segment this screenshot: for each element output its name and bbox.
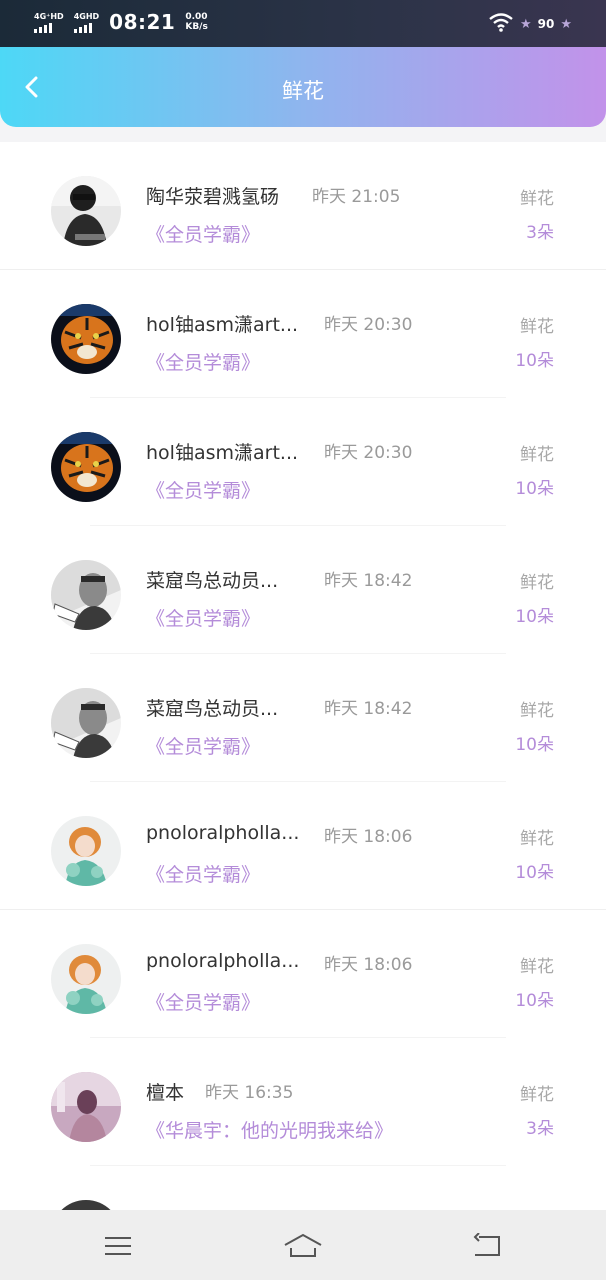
avatar <box>51 1072 121 1142</box>
book-title[interactable]: 《华晨宇：他的光明我来给》 <box>146 1116 393 1143</box>
sender-name: 檀本 <box>146 1082 185 1104</box>
list-item[interactable]: 檀本 昨天 16:35 《华晨宇：他的光明我来给》 鲜花 3朵 <box>0 1038 606 1166</box>
gift-type: 鲜花 <box>520 829 554 849</box>
avatar <box>51 816 121 886</box>
gift-type: 鲜花 <box>520 701 554 721</box>
send-time: 昨天 16:35 <box>205 1083 294 1103</box>
menu-button[interactable] <box>98 1230 138 1262</box>
gift-count: 10朵 <box>515 735 554 755</box>
gift-count: 3朵 <box>526 223 554 243</box>
book-title[interactable]: 《全员学霸》 <box>146 348 260 375</box>
signal-bars-icon <box>34 22 52 33</box>
gift-type: 鲜花 <box>520 189 554 209</box>
network-speed-value: 0.00 <box>185 12 208 22</box>
signal-2-label: 4GHD <box>73 11 100 21</box>
book-title[interactable]: 《全员学霸》 <box>146 732 260 759</box>
header: 鲜花 <box>0 47 606 127</box>
gift-count: 3朵 <box>526 1119 554 1139</box>
system-nav-bar <box>0 1210 606 1280</box>
send-time: 昨天 18:42 <box>324 699 413 719</box>
avatar <box>51 944 121 1014</box>
gift-count: 10朵 <box>515 479 554 499</box>
battery-level: 90 <box>537 17 555 31</box>
list-item-partial[interactable] <box>0 1166 606 1210</box>
clock: 08:21 <box>109 10 176 34</box>
home-button[interactable] <box>283 1230 323 1262</box>
list-item[interactable]: pnoloralpholla... 昨天 18:06 《全员学霸》 鲜花 10朵 <box>0 782 606 910</box>
sender-name: pnoloralpholla... <box>146 822 300 844</box>
book-title[interactable]: 《全员学霸》 <box>146 988 260 1015</box>
sender-name: 陶华荥碧溅氢砀 <box>146 186 280 208</box>
gift-type: 鲜花 <box>520 573 554 593</box>
gift-type: 鲜花 <box>520 1085 554 1105</box>
gift-count: 10朵 <box>515 607 554 627</box>
sender-name: hol铀asm潇art... <box>146 314 299 336</box>
send-time: 昨天 18:06 <box>324 827 413 847</box>
network-speed: 0.00 KB/s <box>185 12 207 32</box>
book-title[interactable]: 《全员学霸》 <box>146 220 260 247</box>
signal-2: 4GHD <box>73 11 100 33</box>
sender-name: 菜窟鸟总动员... <box>146 698 279 720</box>
send-time: 昨天 18:06 <box>324 955 413 975</box>
list-item[interactable]: hol铀asm潇art... 昨天 20:30 《全员学霸》 鲜花 10朵 <box>0 398 606 526</box>
gift-count: 10朵 <box>515 351 554 371</box>
page-title: 鲜花 <box>282 79 324 103</box>
home-icon <box>284 1233 322 1257</box>
star-icon: ★ <box>519 16 532 32</box>
wifi-icon <box>488 12 514 36</box>
send-time: 昨天 20:30 <box>324 443 413 463</box>
send-time: 昨天 18:42 <box>324 571 413 591</box>
avatar <box>51 1200 121 1210</box>
send-time: 昨天 20:30 <box>324 315 413 335</box>
book-title[interactable]: 《全员学霸》 <box>146 860 260 887</box>
avatar <box>51 688 121 758</box>
avatar <box>51 560 121 630</box>
avatar <box>51 304 121 374</box>
menu-icon <box>105 1237 131 1255</box>
signal-bars-icon <box>73 22 92 33</box>
avatar <box>51 176 121 246</box>
list-item[interactable]: 菜窟鸟总动员... 昨天 18:42 《全员学霸》 鲜花 10朵 <box>0 526 606 654</box>
gift-type: 鲜花 <box>520 317 554 337</box>
book-title[interactable]: 《全员学霸》 <box>146 476 260 503</box>
status-bar: 4G⁺HD 4GHD 08:21 0.00 KB/s ★ 90 ★ <box>0 0 606 47</box>
book-title[interactable]: 《全员学霸》 <box>146 604 260 631</box>
send-time: 昨天 21:05 <box>312 187 401 207</box>
list-item[interactable]: pnoloralpholla... 昨天 18:06 《全员学霸》 鲜花 10朵 <box>0 910 606 1038</box>
network-speed-unit: KB/s <box>185 22 208 32</box>
gift-type: 鲜花 <box>520 445 554 465</box>
avatar <box>51 432 121 502</box>
sender-name: pnoloralpholla... <box>146 950 300 972</box>
sender-name: hol铀asm潇art... <box>146 442 299 464</box>
gift-count: 10朵 <box>515 863 554 883</box>
signal-1: 4G⁺HD <box>34 12 64 33</box>
star-icon: ★ <box>560 16 572 32</box>
return-icon <box>473 1233 500 1256</box>
gift-record-list: 陶华荥碧溅氢砀 昨天 21:05 《全员学霸》 鲜花 3朵 hol铀asm潇ar… <box>0 142 606 1210</box>
list-item[interactable]: hol铀asm潇art... 昨天 20:30 《全员学霸》 鲜花 10朵 <box>0 270 606 398</box>
sender-name: 菜窟鸟总动员... <box>146 570 279 592</box>
list-item[interactable]: 陶华荥碧溅氢砀 昨天 21:05 《全员学霸》 鲜花 3朵 <box>0 142 606 270</box>
gift-type: 鲜花 <box>520 957 554 977</box>
signal-1-label: 4G⁺HD <box>34 11 64 21</box>
back-nav-button[interactable] <box>467 1230 507 1262</box>
list-item[interactable]: 菜窟鸟总动员... 昨天 18:42 《全员学霸》 鲜花 10朵 <box>0 654 606 782</box>
gift-count: 10朵 <box>515 991 554 1011</box>
